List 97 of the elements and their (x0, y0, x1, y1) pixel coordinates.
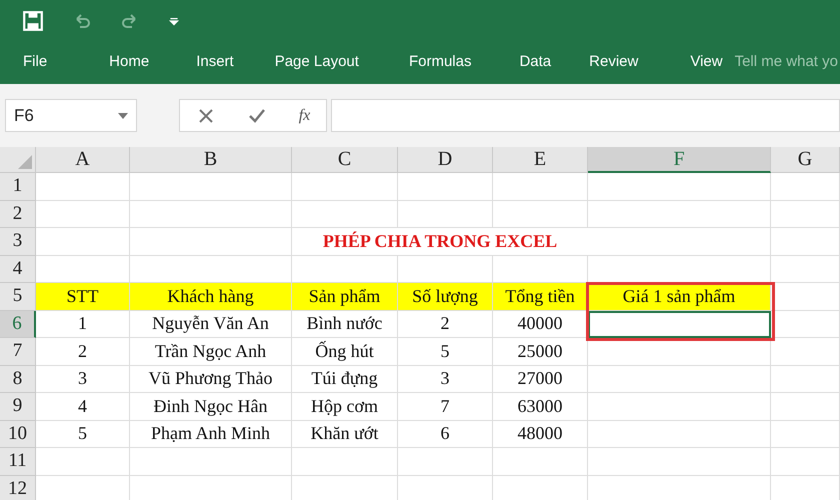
ribbon-tab[interactable]: Page Layout (274, 52, 359, 70)
table-cell: 1 (36, 310, 130, 338)
table-cell: 3 (36, 366, 130, 393)
active-cell[interactable] (588, 310, 771, 338)
ribbon-tab[interactable]: Formulas (408, 52, 472, 70)
table-cell: Phạm Anh Minh (130, 420, 292, 448)
empty-cell[interactable] (292, 200, 398, 228)
header-cell: Số lượng (398, 283, 493, 310)
table-cell: Vũ Phương Thảo (130, 366, 292, 393)
table-cell: 5 (398, 338, 493, 366)
empty-cell[interactable] (588, 448, 771, 476)
row-header[interactable]: 5 (0, 283, 36, 310)
empty-cell[interactable] (588, 366, 771, 393)
ribbon-tab[interactable]: Insert (196, 52, 234, 70)
table-cell: 2 (398, 310, 493, 338)
empty-cell[interactable] (771, 338, 840, 366)
empty-cell[interactable] (771, 200, 840, 228)
row-header[interactable]: 2 (0, 200, 36, 228)
empty-cell[interactable] (771, 420, 840, 448)
table-cell: Hộp cơm (292, 393, 398, 420)
empty-cell[interactable] (130, 200, 292, 228)
table-cell: 5 (36, 420, 130, 448)
column-header[interactable]: G (771, 147, 840, 173)
table-cell: Trần Ngọc Anh (130, 338, 292, 366)
table-cell: 2 (36, 338, 130, 366)
empty-cell[interactable] (130, 228, 292, 256)
row-header[interactable]: 6 (0, 310, 36, 338)
column-header[interactable]: C (292, 147, 398, 173)
empty-cell[interactable] (493, 200, 588, 228)
empty-cell[interactable] (292, 173, 398, 200)
empty-cell[interactable] (588, 420, 771, 448)
select-all-corner[interactable] (0, 147, 36, 173)
ribbon-tab[interactable]: Data (519, 52, 552, 70)
empty-cell[interactable] (771, 173, 840, 200)
header-cell: Khách hàng (130, 283, 292, 310)
header-cell: Tổng tiền (493, 283, 588, 310)
column-header[interactable]: D (398, 147, 493, 173)
ribbon-tab[interactable]: View (690, 52, 723, 70)
ribbon-tab[interactable]: File (23, 52, 48, 70)
table-cell: Ống hút (292, 338, 398, 366)
ribbon-tab[interactable]: Home (109, 52, 150, 70)
column-header[interactable]: A (36, 147, 130, 173)
row-header[interactable]: 4 (0, 256, 36, 283)
empty-cell[interactable] (398, 448, 493, 476)
empty-cell[interactable] (292, 448, 398, 476)
empty-cell[interactable] (771, 228, 840, 256)
customize-icon[interactable] (168, 15, 180, 27)
empty-cell[interactable] (771, 448, 840, 476)
table-cell: Bình nước (292, 310, 398, 338)
sheet-title: PHÉP CHIA TRONG EXCEL (292, 228, 588, 256)
empty-cell[interactable] (398, 200, 493, 228)
table-cell: Túi đựng (292, 366, 398, 393)
row-header[interactable]: 12 (0, 476, 36, 500)
column-header[interactable]: B (130, 147, 292, 173)
empty-cell[interactable] (588, 173, 771, 200)
column-header[interactable]: E (493, 147, 588, 173)
empty-cell[interactable] (398, 173, 493, 200)
table-cell: Khăn ướt (292, 420, 398, 448)
empty-cell[interactable] (771, 310, 840, 338)
empty-cell[interactable] (588, 338, 771, 366)
table-cell: 7 (398, 393, 493, 420)
row-header[interactable]: 8 (0, 366, 36, 393)
table-cell: 48000 (493, 420, 588, 448)
ribbon-tab[interactable]: Review (589, 52, 638, 70)
empty-cell[interactable] (771, 366, 840, 393)
column-header[interactable]: F (588, 147, 771, 173)
table-cell: 40000 (493, 310, 588, 338)
empty-cell[interactable] (771, 393, 840, 420)
empty-cell[interactable] (588, 200, 771, 228)
row-header[interactable]: 7 (0, 338, 36, 366)
name-box[interactable]: F6 (5, 99, 137, 132)
header-cell: Sản phẩm (292, 283, 398, 310)
empty-cell[interactable] (493, 448, 588, 476)
row-header[interactable]: 10 (0, 420, 36, 448)
row-header[interactable]: 9 (0, 393, 36, 420)
corner-triangle-icon (18, 155, 32, 169)
insert-function-button[interactable]: fx (298, 106, 310, 124)
table-cell: 6 (398, 420, 493, 448)
header-cell: STT (36, 283, 130, 310)
table-cell: 27000 (493, 366, 588, 393)
formula-field[interactable] (331, 99, 840, 132)
table-cell: 63000 (493, 393, 588, 420)
empty-cell[interactable] (130, 448, 292, 476)
table-cell: Đinh Ngọc Hân (130, 393, 292, 420)
empty-cell[interactable] (588, 228, 771, 256)
row-header[interactable]: 1 (0, 173, 36, 200)
table-cell: 4 (36, 393, 130, 420)
table-cell: Nguyễn Văn An (130, 310, 292, 338)
table-cell: 3 (398, 366, 493, 393)
save-icon[interactable] (22, 10, 44, 32)
empty-cell[interactable] (493, 173, 588, 200)
empty-cell[interactable] (588, 393, 771, 420)
row-header[interactable]: 3 (0, 228, 36, 256)
header-cell: Giá 1 sản phẩm (588, 283, 771, 310)
table-cell: 25000 (493, 338, 588, 366)
empty-cell[interactable] (130, 173, 292, 200)
row-header[interactable]: 11 (0, 448, 36, 476)
